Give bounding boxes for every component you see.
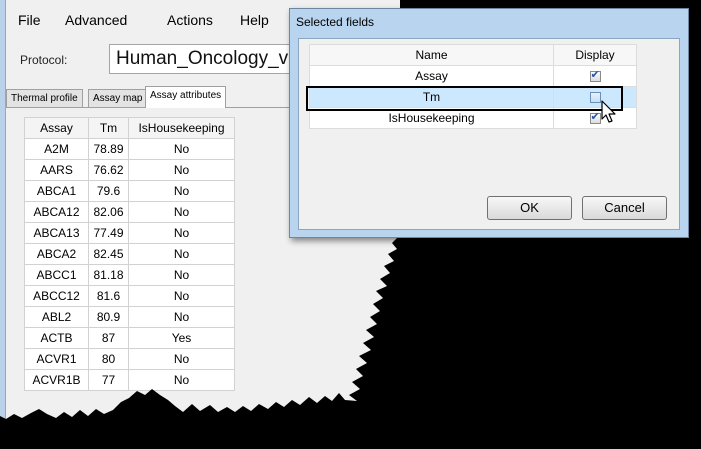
display-checkbox[interactable]: ✔ xyxy=(589,110,601,125)
fields-body: Assay ✔ Tm IsHousekeeping ✔ xyxy=(309,65,637,129)
field-row[interactable]: IsHousekeeping ✔ xyxy=(309,107,637,129)
torn-shadow xyxy=(0,235,400,449)
field-display-cell: ✔ xyxy=(553,65,637,87)
cancel-button[interactable]: Cancel xyxy=(582,196,667,220)
column-header-display[interactable]: Display xyxy=(553,44,637,66)
fields-header-row: Name Display xyxy=(309,44,637,66)
field-name: Assay xyxy=(309,65,554,87)
field-row[interactable]: Assay ✔ xyxy=(309,65,637,87)
checkmark-icon: ✔ xyxy=(590,110,600,124)
dialog-title: Selected fields xyxy=(296,15,375,29)
selected-fields-dialog: Selected fields Name Display Assay ✔ Tm IsH… xyxy=(289,8,689,238)
column-header-name[interactable]: Name xyxy=(309,44,554,66)
display-checkbox[interactable]: ✔ xyxy=(589,68,601,83)
checkmark-icon: ✔ xyxy=(590,68,600,82)
field-name: IsHousekeeping xyxy=(309,107,554,129)
display-checkbox[interactable] xyxy=(589,92,601,104)
screenshot: File Advanced Actions Help Protocol: Hum… xyxy=(0,0,701,449)
field-row[interactable]: Tm xyxy=(309,86,637,108)
field-name: Tm xyxy=(309,86,554,108)
fields-table: Name Display Assay ✔ Tm IsHousekeeping ✔ xyxy=(309,44,637,129)
ok-button[interactable]: OK xyxy=(487,196,572,220)
mouse-pointer-icon xyxy=(601,100,616,123)
field-display-cell: ✔ xyxy=(553,107,637,129)
field-display-cell xyxy=(553,86,637,108)
